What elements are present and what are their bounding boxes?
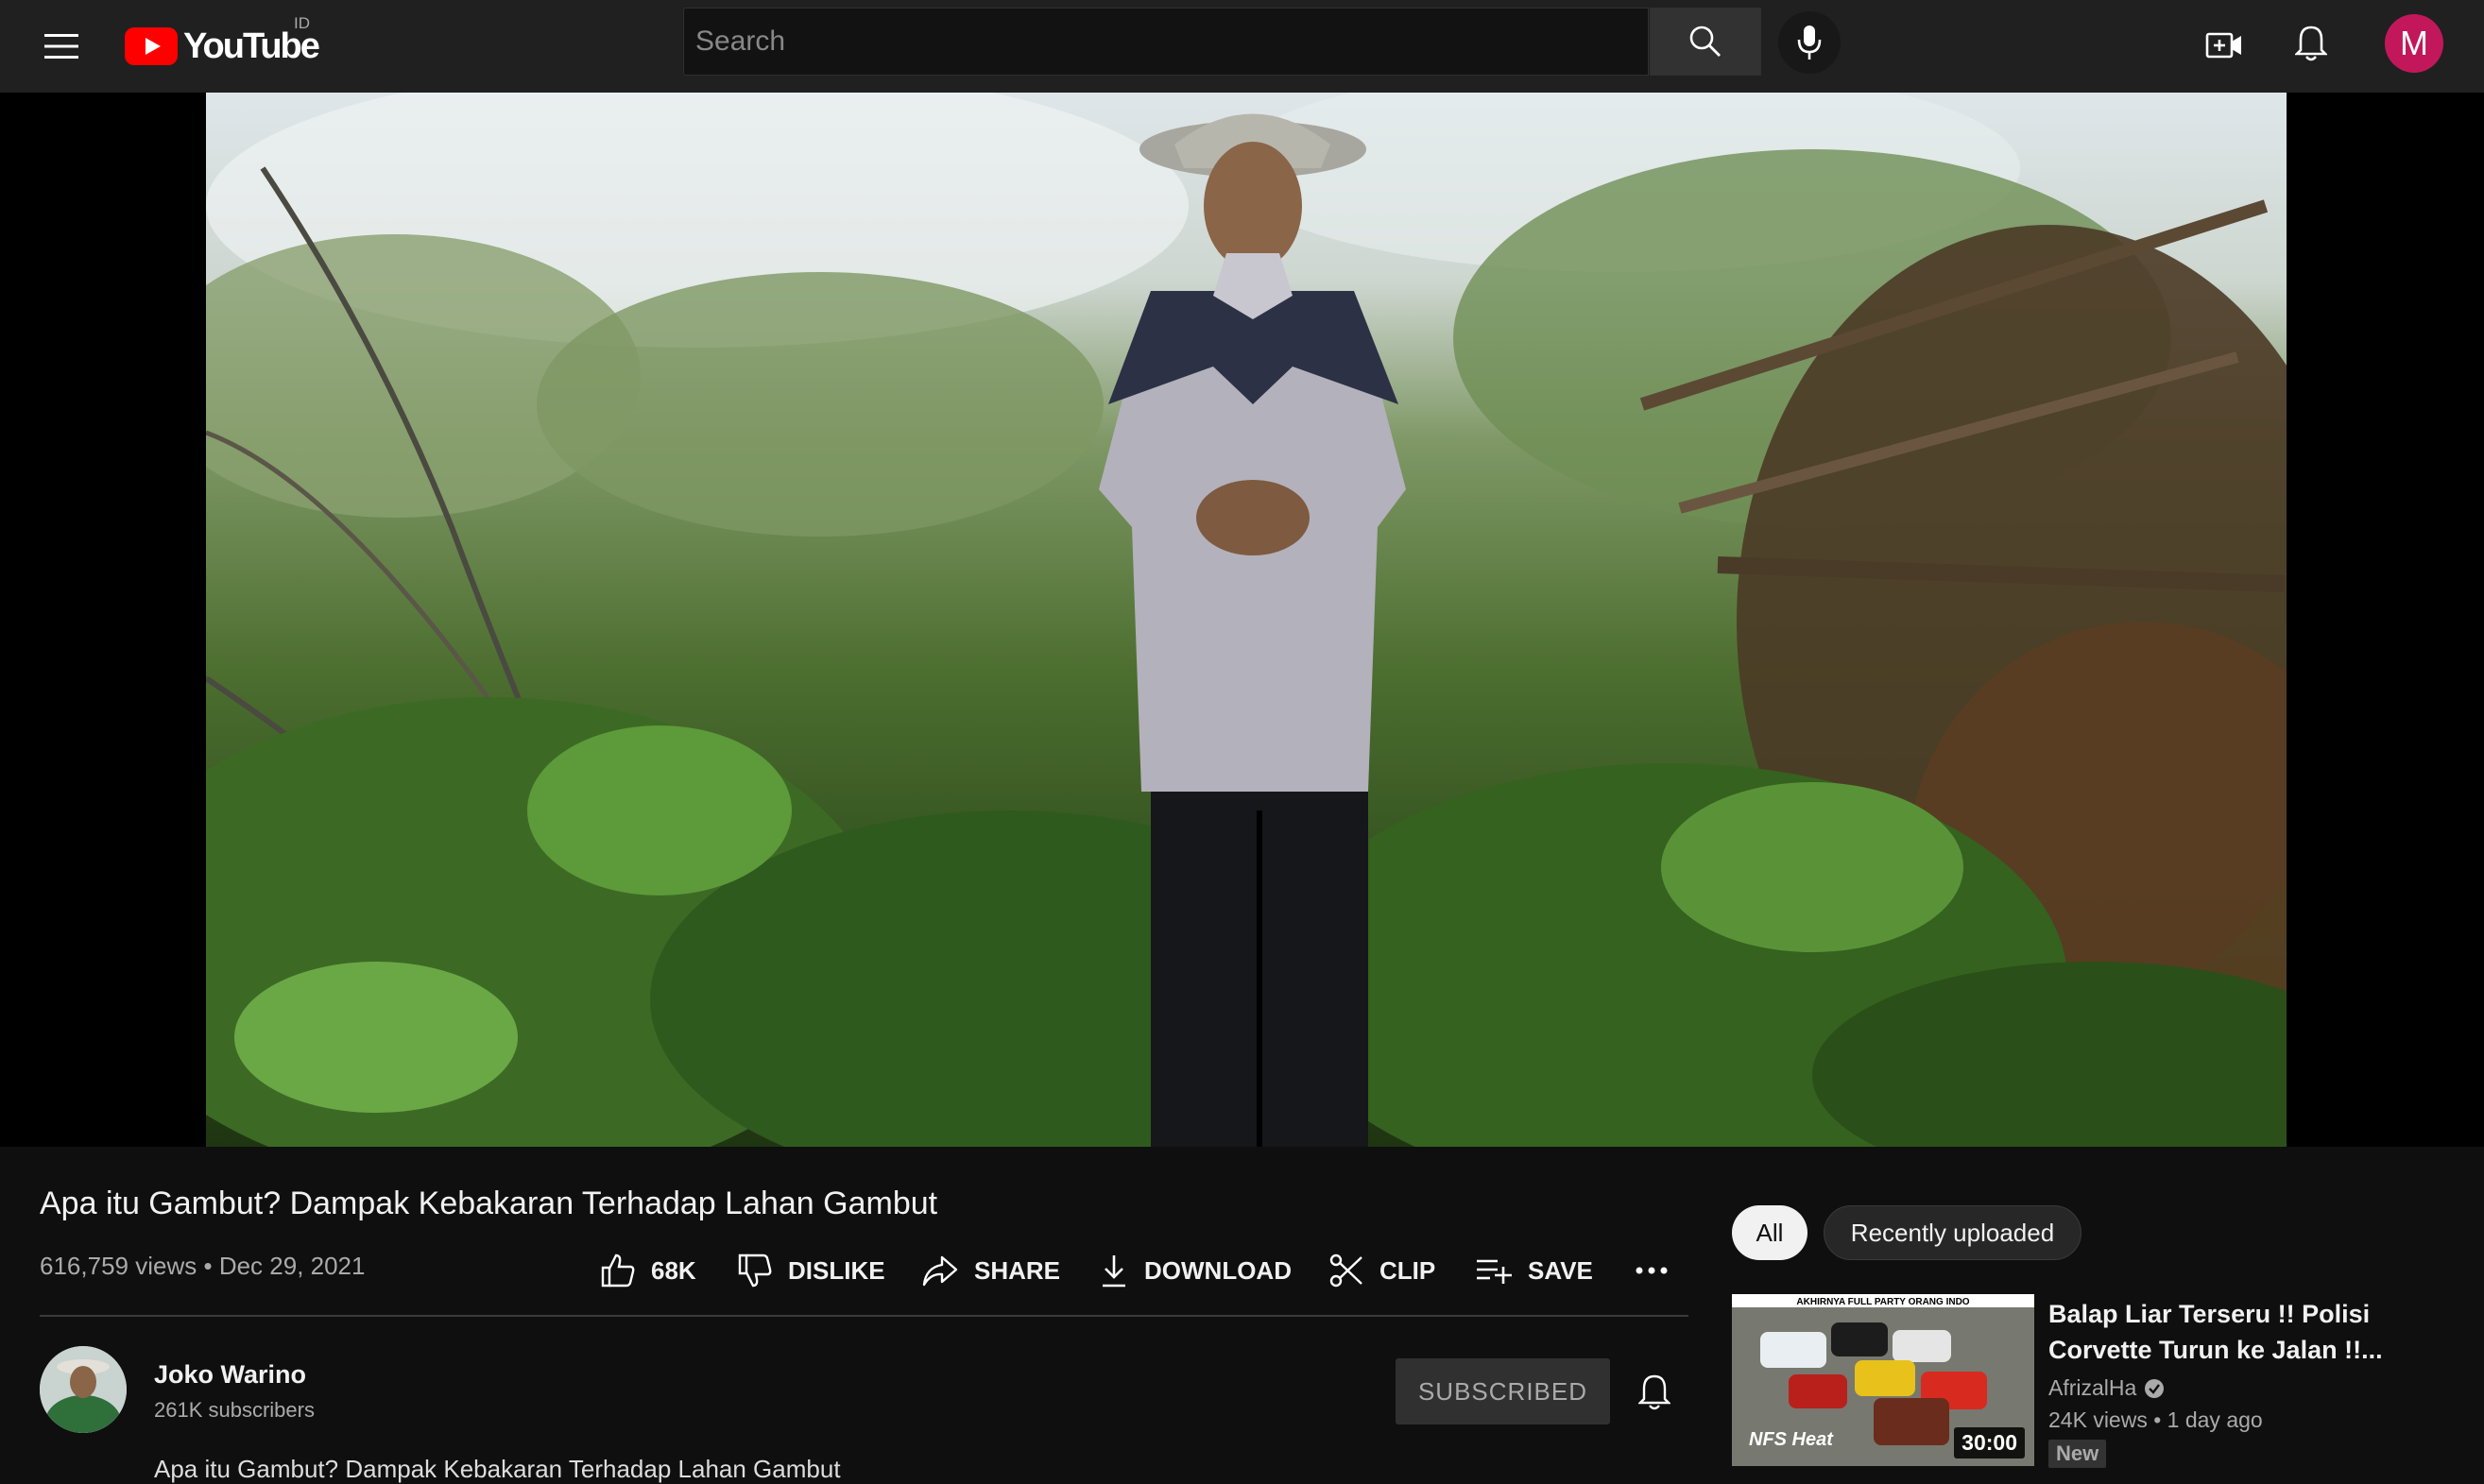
new-badge: New — [2048, 1440, 2107, 1468]
youtube-play-icon — [125, 27, 178, 65]
view-count: 616,759 views — [40, 1252, 197, 1280]
verified-check-icon — [2145, 1378, 2165, 1398]
like-button[interactable]: 68K — [600, 1247, 696, 1294]
download-button[interactable]: DOWNLOAD — [1099, 1247, 1292, 1294]
search-input[interactable] — [684, 9, 1648, 75]
playlist-add-icon — [1477, 1259, 1512, 1284]
voice-search-button[interactable] — [1778, 11, 1841, 74]
video-player[interactable] — [0, 93, 2484, 1147]
upload-date: Dec 29, 2021 — [218, 1252, 366, 1280]
bell-icon — [1638, 1374, 1670, 1410]
channel-avatar-image — [40, 1346, 127, 1433]
filter-chip-all[interactable]: All — [1732, 1205, 1807, 1260]
account-avatar[interactable]: M — [2385, 14, 2443, 73]
channel-notifications-button[interactable] — [1630, 1368, 1679, 1417]
share-label: SHARE — [974, 1255, 1061, 1285]
search-field[interactable] — [683, 8, 1649, 76]
thumbs-down-icon — [738, 1254, 772, 1288]
recommendation-age: 1 day ago — [2167, 1407, 2263, 1432]
download-icon — [1103, 1255, 1125, 1288]
recommendation-channel-name: AfrizalHa — [2048, 1375, 2137, 1400]
description-preview: Apa itu Gambut? Dampak Kebakaran Terhada… — [154, 1455, 841, 1483]
like-count: 68K — [651, 1255, 696, 1285]
bell-icon — [2295, 26, 2327, 61]
create-video-icon — [2205, 32, 2241, 59]
save-button[interactable]: SAVE — [1475, 1247, 1593, 1294]
recommendation-views: 24K views — [2048, 1407, 2148, 1432]
create-button[interactable] — [2200, 21, 2249, 70]
search-icon — [1689, 26, 1721, 57]
share-arrow-icon — [922, 1255, 958, 1287]
save-label: SAVE — [1528, 1255, 1593, 1285]
dislike-label: DISLIKE — [788, 1255, 885, 1285]
info-divider — [40, 1315, 1688, 1317]
subscribe-button[interactable]: SUBSCRIBED — [1396, 1358, 1610, 1424]
clip-button[interactable]: CLIP — [1328, 1247, 1435, 1294]
subscriber-count: 261K subscribers — [154, 1398, 315, 1422]
video-frame[interactable] — [206, 93, 2287, 1147]
recommendation-meta: 24K views • 1 day ago — [2048, 1407, 2263, 1433]
share-button[interactable]: SHARE — [921, 1247, 1060, 1294]
country-code: ID — [294, 14, 310, 32]
menu-button[interactable] — [38, 23, 85, 70]
meta-separator: • — [203, 1252, 213, 1280]
notifications-button[interactable] — [2287, 19, 2336, 68]
youtube-logo[interactable]: YouTube — [125, 21, 320, 72]
channel-avatar[interactable] — [40, 1346, 127, 1433]
filter-chip-recently-uploaded[interactable]: Recently uploaded — [1824, 1205, 2081, 1260]
recommendation-meta-separator: • — [2153, 1407, 2162, 1432]
search-button[interactable] — [1650, 8, 1761, 76]
download-label: DOWNLOAD — [1144, 1255, 1292, 1285]
video-view-date: 616,759 views • Dec 29, 2021 — [40, 1252, 365, 1281]
recommendation-thumbnail[interactable]: AKHIRNYA FULL PARTY ORANG INDO NFS Heat … — [1732, 1294, 2034, 1466]
video-title: Apa itu Gambut? Dampak Kebakaran Terhada… — [40, 1185, 938, 1221]
thumbnail-logo-text: NFS Heat — [1749, 1429, 1834, 1450]
thumbs-up-icon — [601, 1254, 635, 1288]
clip-label: CLIP — [1379, 1255, 1436, 1285]
more-horizontal-icon — [1636, 1267, 1668, 1274]
video-still-image — [206, 93, 2287, 1147]
more-actions-button[interactable] — [1635, 1247, 1669, 1294]
masthead: YouTube ID M — [0, 0, 2484, 93]
menu-icon — [44, 34, 78, 59]
dislike-button[interactable]: DISLIKE — [737, 1247, 885, 1294]
video-duration: 30:00 — [1954, 1427, 2025, 1458]
scissors-icon — [1329, 1254, 1362, 1288]
thumbnail-banner-text: AKHIRNYA FULL PARTY ORANG INDO — [1796, 1297, 1969, 1307]
microphone-icon — [1797, 26, 1822, 60]
recommendation-title[interactable]: Balap Liar Terseru !! Polisi Corvette Tu… — [2048, 1296, 2407, 1368]
channel-name[interactable]: Joko Warino — [154, 1360, 306, 1390]
recommendation-channel[interactable]: AfrizalHa — [2048, 1375, 2165, 1401]
